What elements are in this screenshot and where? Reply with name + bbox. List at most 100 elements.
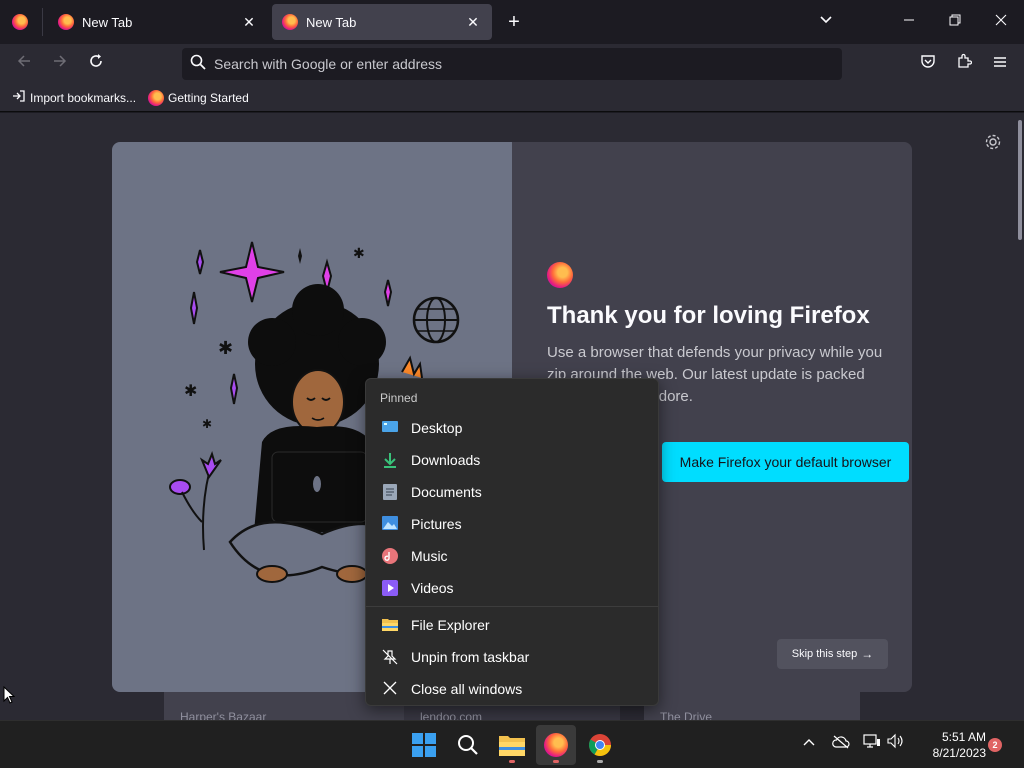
tab-separator <box>42 8 43 36</box>
desktop-icon <box>382 420 398 436</box>
jump-list-divider <box>366 606 658 607</box>
onboarding-subtitle-line: Use a browser that defends your privacy … <box>547 344 883 361</box>
bookmarks-toolbar: Import bookmarks... Getting Started <box>0 84 1024 112</box>
firefox-logo-icon <box>547 262 573 288</box>
new-tab-button[interactable]: + <box>500 8 528 36</box>
arrow-right-icon: → <box>861 647 874 661</box>
jump-list-label: Unpin from taskbar <box>411 649 530 665</box>
onedrive-offline-icon[interactable] <box>830 733 852 755</box>
jump-list-item-videos[interactable]: Videos <box>370 573 656 603</box>
shortcut-tile[interactable]: The Drive <box>644 690 860 724</box>
windows-taskbar: 5:51 AM 8/21/2023 2 <box>0 720 1024 768</box>
tab-title: New Tab <box>82 14 133 30</box>
chrome-icon <box>589 734 611 756</box>
onboarding-title: Thank you for loving Firefox <box>547 302 870 329</box>
jump-list-label: Close all windows <box>411 681 523 697</box>
search-icon <box>458 735 478 755</box>
bookmark-label: Import bookmarks... <box>30 90 137 105</box>
taskbar-chrome[interactable] <box>580 725 620 765</box>
back-icon[interactable] <box>10 50 38 78</box>
tab-new-tab-1[interactable]: New Tab ✕ <box>48 4 268 40</box>
close-tab-icon[interactable]: ✕ <box>464 14 482 31</box>
page-scrollbar[interactable] <box>1018 120 1022 240</box>
clock-time: 5:51 AM <box>941 730 986 744</box>
address-bar[interactable]: Search with Google or enter address <box>182 48 842 80</box>
navigation-toolbar: Search with Google or enter address <box>0 44 1024 84</box>
tab-title: New Tab <box>306 14 357 30</box>
unpin-icon <box>382 649 398 665</box>
network-icon[interactable] <box>861 733 883 755</box>
taskbar-firefox[interactable] <box>536 725 576 765</box>
minimize-icon[interactable] <box>895 8 923 36</box>
running-indicator <box>597 760 603 763</box>
show-hidden-icons-chevron-icon[interactable] <box>798 733 820 755</box>
jump-list-label: File Explorer <box>411 617 490 633</box>
tab-strip: New Tab ✕ New Tab ✕ + <box>0 0 1024 44</box>
bookmark-getting-started[interactable]: Getting Started <box>148 89 249 106</box>
search-icon <box>190 54 206 75</box>
notification-badge[interactable]: 2 <box>988 738 1002 752</box>
firefox-menu-icon[interactable] <box>12 14 28 30</box>
skip-step-button[interactable]: Skip this step → <box>777 639 888 669</box>
firefox-icon <box>282 14 298 30</box>
firefox-icon <box>544 733 568 757</box>
jump-list-item-music[interactable]: Music <box>370 541 656 571</box>
jump-list-label: Documents <box>411 484 482 500</box>
close-icon <box>382 681 398 697</box>
gear-icon[interactable] <box>982 133 1004 155</box>
jump-list-label: Pictures <box>411 516 462 532</box>
file-explorer-icon <box>499 736 525 756</box>
jump-list-label: Videos <box>411 580 454 596</box>
jump-list-item-documents[interactable]: Documents <box>370 477 656 507</box>
reload-icon[interactable] <box>82 50 110 78</box>
svg-text:✱: ✱ <box>218 338 233 359</box>
jump-list-item-file-explorer[interactable]: File Explorer <box>370 610 656 640</box>
jump-list-item-downloads[interactable]: Downloads <box>370 445 656 475</box>
pictures-icon <box>382 516 398 532</box>
running-indicator <box>553 760 559 763</box>
set-default-browser-button[interactable]: Make Firefox your default browser <box>662 442 909 482</box>
jump-list-item-pictures[interactable]: Pictures <box>370 509 656 539</box>
taskbar-file-explorer[interactable] <box>492 725 532 765</box>
pocket-icon[interactable] <box>914 50 942 78</box>
windows-logo-icon <box>412 733 436 757</box>
svg-text:✱: ✱ <box>353 246 365 262</box>
jump-list-label: Music <box>411 548 448 564</box>
mouse-cursor-icon <box>3 685 16 709</box>
list-all-tabs-icon[interactable] <box>812 8 840 36</box>
firefox-icon <box>58 14 74 30</box>
jump-list-label: Downloads <box>411 452 481 468</box>
bookmark-import[interactable]: Import bookmarks... <box>12 89 136 106</box>
clock-date: 8/21/2023 <box>932 746 986 760</box>
address-bar-placeholder: Search with Google or enter address <box>214 56 443 72</box>
taskbar-search-button[interactable] <box>448 725 488 765</box>
start-button[interactable] <box>404 725 444 765</box>
hamburger-menu-icon[interactable] <box>986 50 1014 78</box>
firefox-icon <box>148 89 165 106</box>
music-icon <box>382 548 398 564</box>
forward-icon[interactable] <box>46 50 74 78</box>
bookmark-label: Getting Started <box>168 90 249 105</box>
close-window-icon[interactable] <box>987 8 1015 36</box>
svg-text:✱: ✱ <box>184 381 197 400</box>
tab-new-tab-2[interactable]: New Tab ✕ <box>272 4 492 40</box>
jump-list-item-close-all[interactable]: Close all windows <box>370 674 656 704</box>
document-icon <box>382 484 398 500</box>
close-tab-icon[interactable]: ✕ <box>240 14 258 31</box>
restore-icon[interactable] <box>941 8 969 36</box>
volume-icon[interactable] <box>885 733 907 755</box>
jump-list-header: Pinned <box>380 391 418 405</box>
svg-text:✱: ✱ <box>202 417 212 431</box>
jump-list-item-unpin[interactable]: Unpin from taskbar <box>370 642 656 672</box>
skip-step-label: Skip this step <box>791 648 858 660</box>
videos-icon <box>382 580 398 596</box>
taskbar-jump-list: Pinned Desktop Downloads Documents Pictu… <box>365 378 659 706</box>
extensions-icon[interactable] <box>950 50 978 78</box>
jump-list-label: Desktop <box>411 420 463 436</box>
taskbar-clock[interactable]: 5:51 AM 8/21/2023 <box>912 729 986 761</box>
jump-list-item-desktop[interactable]: Desktop <box>370 413 656 443</box>
download-icon <box>382 452 398 468</box>
import-icon <box>12 89 26 106</box>
running-indicator <box>509 760 515 763</box>
file-explorer-icon <box>382 617 398 633</box>
